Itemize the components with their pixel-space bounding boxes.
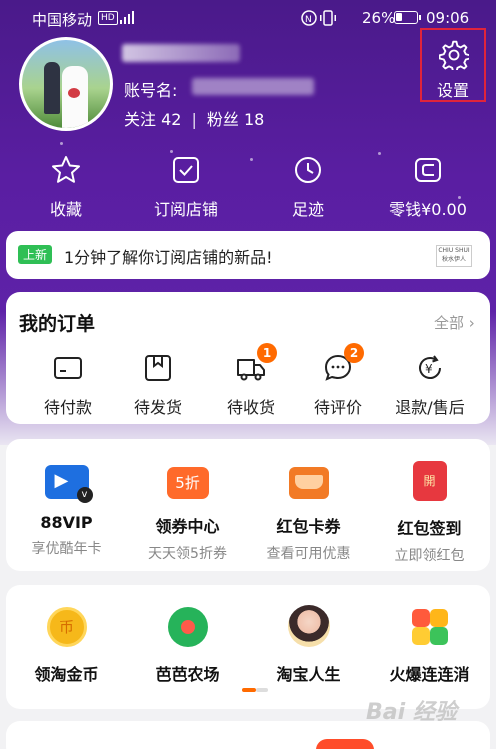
service-88vip[interactable]: v 88VIP 享优酷年卡	[6, 461, 127, 558]
clock-time: 09:06	[426, 9, 470, 27]
orders-title: 我的订单	[19, 313, 96, 335]
order-pending-payment[interactable]: 待付款	[20, 352, 116, 418]
account-label: 账号名:	[124, 81, 178, 100]
card-icon	[52, 352, 84, 384]
svg-text:N: N	[305, 15, 312, 25]
refund-icon: ¥	[414, 352, 446, 384]
red-envelope-icon: 開	[412, 461, 447, 501]
watermark: Bai 经验	[366, 700, 457, 725]
new-tag: 上新	[18, 245, 53, 264]
page-indicator	[242, 688, 268, 692]
order-refund-aftersale[interactable]: ¥ 退款/售后	[382, 352, 478, 418]
game-gold-coins[interactable]: 币 领淘金币	[6, 607, 127, 685]
game-match-puzzle[interactable]: 火爆连连消	[369, 607, 490, 685]
88vip-icon: v	[44, 465, 93, 503]
settings-label: 设置	[436, 81, 469, 100]
chat-bubble-icon: 2	[322, 343, 364, 384]
farm-icon	[167, 607, 208, 647]
battery-icon	[394, 11, 421, 24]
banner-message: 1分钟了解你订阅店铺的新品!	[64, 248, 273, 267]
order-pending-review[interactable]: 2 待评价	[290, 343, 386, 418]
quick-links-row: 收藏 订阅店铺 足迹 零钱¥0.00	[0, 154, 496, 224]
services-card: v 88VIP 享优酷年卡 5折 领券中心 天天领5折券 红包卡券 查看可用优惠…	[6, 439, 490, 571]
service-coupon-center[interactable]: 5折 领券中心 天天领5折券	[127, 461, 248, 563]
service-red-packet-signin[interactable]: 開 红包签到 立即领红包	[369, 461, 490, 565]
box-icon	[142, 352, 174, 384]
red-packet-icon	[288, 467, 329, 499]
new-arrivals-banner[interactable]: 上新 1分钟了解你订阅店铺的新品! CHIU SHUI 秋水伊人	[6, 231, 490, 279]
following-link[interactable]: 关注 42	[124, 110, 181, 129]
shop-logo: CHIU SHUI 秋水伊人	[436, 245, 472, 267]
game-taobao-life[interactable]: 淘宝人生	[248, 605, 369, 685]
review-count-badge: 2	[344, 343, 364, 363]
clock-icon	[295, 157, 321, 183]
puzzle-blocks-icon	[410, 607, 450, 647]
carrier-name: 中国移动	[32, 11, 93, 29]
truck-icon: 1	[235, 343, 277, 384]
character-avatar-icon	[287, 605, 330, 647]
games-card: 币 领淘金币 芭芭农场 淘宝人生 火爆连连消	[6, 585, 490, 709]
all-orders-link[interactable]: 全部 ›	[434, 312, 475, 333]
quick-link-history[interactable]: 足迹	[246, 154, 370, 220]
game-baba-farm[interactable]: 芭芭农场	[127, 607, 248, 685]
gold-coin-icon: 币	[46, 607, 87, 647]
signal-icon	[120, 11, 134, 24]
receipt-count-badge: 1	[257, 343, 277, 363]
settings-button[interactable]: 设置	[420, 28, 486, 102]
order-pending-receipt[interactable]: 1 待收货	[203, 343, 299, 418]
battery-percent: 26%	[362, 9, 396, 27]
quick-link-subscribed-shops[interactable]: 订阅店铺	[124, 154, 248, 220]
quick-link-wallet[interactable]: 零钱¥0.00	[366, 154, 490, 220]
hd-indicator: HD	[98, 11, 118, 25]
svg-text:¥: ¥	[425, 362, 433, 376]
quick-link-favorites[interactable]: 收藏	[4, 154, 128, 220]
star-icon	[52, 156, 80, 183]
nfc-vibrate-icon: N	[301, 10, 336, 26]
account-name-redacted	[192, 78, 314, 95]
wallet-icon	[415, 158, 441, 182]
promo-pill	[316, 739, 374, 749]
coupon-icon: 5折	[166, 467, 209, 499]
order-pending-shipment[interactable]: 待发货	[110, 352, 206, 418]
avatar[interactable]	[19, 37, 113, 131]
service-red-packet-cards[interactable]: 红包卡券 查看可用优惠	[248, 461, 369, 563]
follow-stats: 关注 42 | 粉丝 18	[124, 110, 265, 129]
check-box-icon	[173, 157, 199, 183]
nickname-redacted	[122, 44, 240, 62]
my-orders-card: 我的订单 全部 › 待付款 待发货 1 待收货 2 待评价 ¥ 退款/售后	[6, 292, 490, 424]
fans-link[interactable]: 粉丝 18	[207, 110, 264, 129]
gear-icon	[439, 40, 469, 70]
